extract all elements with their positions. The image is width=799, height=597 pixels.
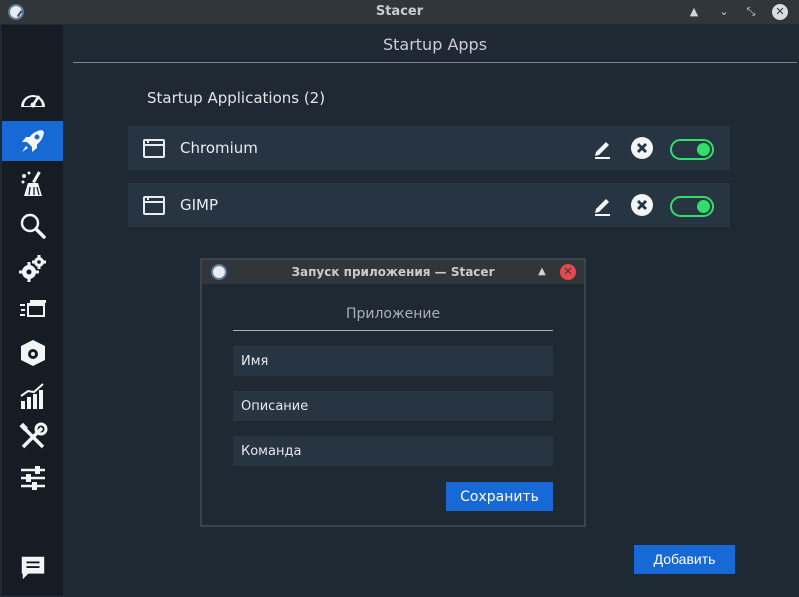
delete-app-button[interactable]	[631, 194, 653, 216]
dialog-divider	[233, 330, 553, 331]
services-icon	[19, 300, 46, 317]
app-description-input[interactable]	[233, 391, 553, 421]
sidebar-item-dashboard[interactable]	[2, 80, 63, 120]
edit-pencil-icon[interactable]	[591, 137, 613, 159]
section-title: Startup Applications (2)	[147, 89, 326, 107]
settings-sliders-icon	[20, 466, 45, 490]
startup-app-dialog: Запуск приложения — Stacer ▲ ✕ Приложени…	[200, 258, 586, 527]
app-enabled-toggle[interactable]	[670, 139, 714, 160]
page-title: Startup Apps	[382, 35, 488, 54]
window-close-icon[interactable]: ✕	[772, 4, 788, 20]
dialog-subtitle: Приложение	[345, 306, 441, 322]
rocket-icon	[21, 130, 44, 152]
app-enabled-toggle[interactable]	[670, 196, 714, 217]
window-keep-above-icon[interactable]: ▲	[686, 4, 702, 20]
feedback-icon	[21, 556, 44, 580]
close-icon	[637, 143, 647, 153]
app-name: Chromium	[180, 139, 258, 157]
close-icon	[637, 200, 647, 210]
app-command-input[interactable]	[233, 436, 553, 466]
gears-icon	[18, 255, 46, 282]
sidebar-item-processes[interactable]	[2, 290, 63, 330]
app-window-icon	[143, 196, 165, 215]
sidebar-item-uninstaller[interactable]	[2, 333, 63, 373]
add-startup-app-button[interactable]: Добавить	[634, 545, 735, 574]
dialog-title: Запуск приложения — Stacer	[291, 265, 495, 279]
window-maximize-icon[interactable]: ⤡	[743, 4, 759, 20]
delete-app-button[interactable]	[631, 137, 653, 159]
save-button[interactable]: Сохранить	[446, 482, 553, 511]
sidebar-item-services[interactable]	[2, 248, 63, 288]
dashboard-icon	[20, 95, 45, 108]
sidebar	[2, 25, 63, 595]
app-window-icon	[143, 139, 165, 158]
resources-chart-icon	[19, 383, 44, 409]
sidebar-item-startup-apps[interactable]	[2, 121, 63, 161]
window-title: Stacer	[375, 4, 424, 19]
dialog-keep-above-icon[interactable]: ▲	[535, 264, 549, 280]
window-minimize-icon[interactable]: ⌄	[716, 4, 732, 20]
search-icon	[20, 213, 46, 239]
uninstaller-icon	[20, 340, 45, 366]
broom-icon	[21, 171, 42, 196]
window-titlebar: Stacer ▲ ⌄ ⤡ ✕	[0, 0, 799, 24]
tools-icon	[18, 422, 47, 449]
sidebar-item-helpers[interactable]	[2, 417, 63, 457]
startup-app-row: GIMP	[128, 183, 730, 227]
sidebar-item-cleaner[interactable]	[2, 164, 63, 204]
startup-app-row: Chromium	[128, 126, 730, 170]
title-divider	[73, 62, 797, 63]
sidebar-item-resources[interactable]	[2, 376, 63, 416]
feedback-button[interactable]	[2, 553, 63, 583]
dialog-close-icon[interactable]: ✕	[560, 264, 576, 280]
edit-pencil-icon[interactable]	[591, 194, 613, 216]
dialog-titlebar: Запуск приложения — Stacer ▲ ✕	[202, 260, 584, 284]
sidebar-item-settings[interactable]	[2, 458, 63, 498]
sidebar-item-search[interactable]	[2, 206, 63, 246]
app-name-input[interactable]	[233, 346, 553, 376]
app-name: GIMP	[180, 196, 219, 214]
